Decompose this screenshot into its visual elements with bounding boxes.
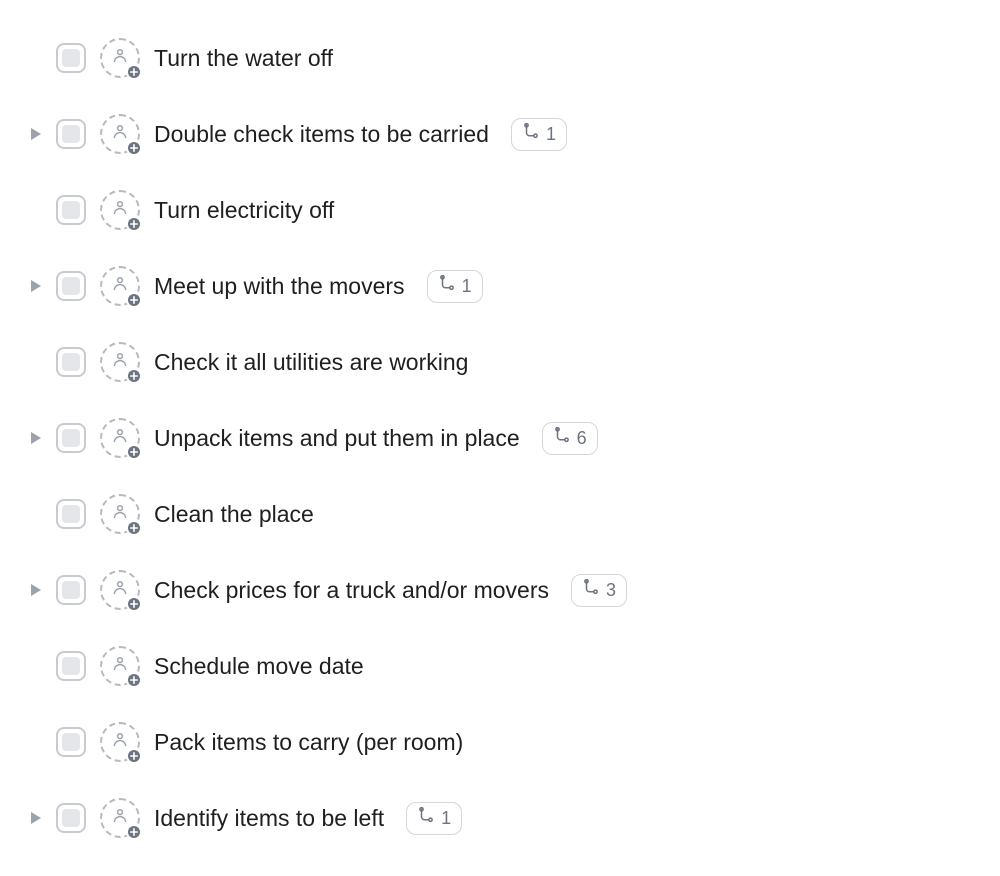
checkbox-inner (62, 657, 80, 675)
task-checkbox[interactable] (56, 271, 86, 301)
task-row: Identify items to be left 1 (0, 780, 1000, 856)
checkbox-inner (62, 277, 80, 295)
assignee-add-button[interactable] (100, 494, 140, 534)
person-icon (111, 275, 129, 298)
plus-icon (126, 672, 142, 688)
assignee-add-button[interactable] (100, 190, 140, 230)
task-title[interactable]: Clean the place (154, 501, 314, 528)
assignee-add-button[interactable] (100, 722, 140, 762)
plus-icon (126, 368, 142, 384)
person-icon (111, 807, 129, 830)
checkbox-inner (62, 505, 80, 523)
task-row: Check prices for a truck and/or movers 3 (0, 552, 1000, 628)
assignee-add-button[interactable] (100, 38, 140, 78)
person-icon (111, 427, 129, 450)
checkbox-inner (62, 49, 80, 67)
subtask-count: 6 (577, 428, 587, 449)
plus-icon (126, 292, 142, 308)
checkbox-inner (62, 429, 80, 447)
expand-toggle[interactable] (30, 128, 42, 140)
subtask-count-badge[interactable]: 1 (511, 118, 567, 151)
checkbox-inner (62, 201, 80, 219)
plus-icon (126, 748, 142, 764)
task-checkbox[interactable] (56, 575, 86, 605)
checkbox-inner (62, 125, 80, 143)
task-checkbox[interactable] (56, 347, 86, 377)
task-title[interactable]: Meet up with the movers (154, 273, 405, 300)
subtask-count: 1 (441, 808, 451, 829)
task-title[interactable]: Identify items to be left (154, 805, 384, 832)
subtask-count-badge[interactable]: 1 (427, 270, 483, 303)
assignee-add-button[interactable] (100, 646, 140, 686)
task-row: Double check items to be carried 1 (0, 96, 1000, 172)
task-checkbox[interactable] (56, 499, 86, 529)
person-icon (111, 579, 129, 602)
subtask-icon (417, 807, 435, 830)
task-title[interactable]: Turn the water off (154, 45, 333, 72)
plus-icon (126, 520, 142, 536)
task-list: Turn the water off Double check items to … (0, 20, 1000, 856)
task-row: Check it all utilities are working (0, 324, 1000, 400)
plus-icon (126, 140, 142, 156)
task-title[interactable]: Check it all utilities are working (154, 349, 468, 376)
task-title[interactable]: Check prices for a truck and/or movers (154, 577, 549, 604)
person-icon (111, 655, 129, 678)
expand-toggle[interactable] (30, 280, 42, 292)
expand-toggle[interactable] (30, 812, 42, 824)
plus-icon (126, 64, 142, 80)
task-checkbox[interactable] (56, 119, 86, 149)
subtask-count-badge[interactable]: 1 (406, 802, 462, 835)
assignee-add-button[interactable] (100, 342, 140, 382)
subtask-count: 3 (606, 580, 616, 601)
task-row: Turn the water off (0, 20, 1000, 96)
person-icon (111, 731, 129, 754)
task-title[interactable]: Unpack items and put them in place (154, 425, 520, 452)
task-row: Meet up with the movers 1 (0, 248, 1000, 324)
plus-icon (126, 824, 142, 840)
expand-toggle[interactable] (30, 432, 42, 444)
person-icon (111, 123, 129, 146)
task-checkbox[interactable] (56, 727, 86, 757)
task-row: Pack items to carry (per room) (0, 704, 1000, 780)
task-checkbox[interactable] (56, 195, 86, 225)
subtask-icon (438, 275, 456, 298)
task-row: Turn electricity off (0, 172, 1000, 248)
subtask-icon (553, 427, 571, 450)
task-title[interactable]: Double check items to be carried (154, 121, 489, 148)
person-icon (111, 47, 129, 70)
checkbox-inner (62, 809, 80, 827)
person-icon (111, 503, 129, 526)
plus-icon (126, 444, 142, 460)
subtask-count-badge[interactable]: 3 (571, 574, 627, 607)
subtask-count: 1 (546, 124, 556, 145)
subtask-count-badge[interactable]: 6 (542, 422, 598, 455)
subtask-icon (582, 579, 600, 602)
assignee-add-button[interactable] (100, 570, 140, 610)
task-row: Unpack items and put them in place 6 (0, 400, 1000, 476)
task-title[interactable]: Pack items to carry (per room) (154, 729, 463, 756)
subtask-icon (522, 123, 540, 146)
person-icon (111, 351, 129, 374)
assignee-add-button[interactable] (100, 798, 140, 838)
assignee-add-button[interactable] (100, 114, 140, 154)
assignee-add-button[interactable] (100, 266, 140, 306)
task-checkbox[interactable] (56, 803, 86, 833)
task-checkbox[interactable] (56, 43, 86, 73)
plus-icon (126, 596, 142, 612)
plus-icon (126, 216, 142, 232)
task-title[interactable]: Schedule move date (154, 653, 364, 680)
task-checkbox[interactable] (56, 423, 86, 453)
checkbox-inner (62, 353, 80, 371)
task-checkbox[interactable] (56, 651, 86, 681)
checkbox-inner (62, 733, 80, 751)
task-row: Schedule move date (0, 628, 1000, 704)
assignee-add-button[interactable] (100, 418, 140, 458)
subtask-count: 1 (462, 276, 472, 297)
task-title[interactable]: Turn electricity off (154, 197, 334, 224)
task-row: Clean the place (0, 476, 1000, 552)
checkbox-inner (62, 581, 80, 599)
person-icon (111, 199, 129, 222)
expand-toggle[interactable] (30, 584, 42, 596)
